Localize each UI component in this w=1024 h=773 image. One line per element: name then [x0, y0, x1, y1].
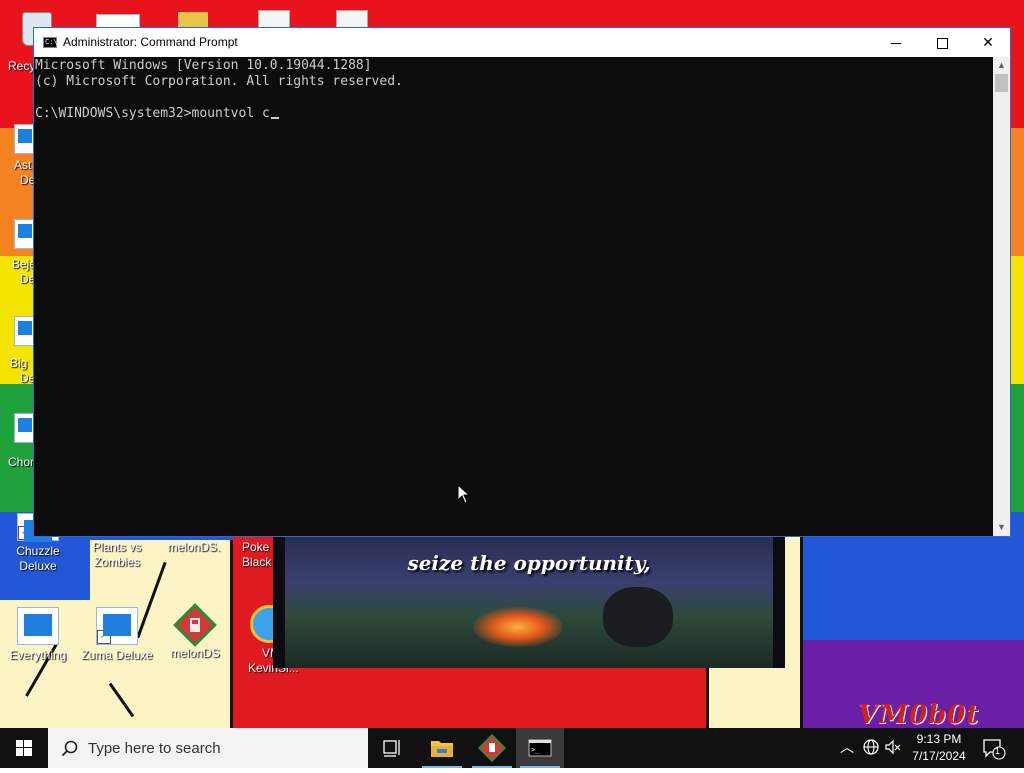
- window-titlebar[interactable]: C:\ Administrator: Command Prompt ✕: [34, 28, 1010, 57]
- shortcut-arrow-icon: ↗: [18, 526, 32, 540]
- desktop-icon-label: Plants vs Zombies: [92, 540, 142, 569]
- melonds-taskbar-button[interactable]: [468, 728, 516, 768]
- desktop-icon-label: Big: [10, 356, 28, 370]
- clock-time: 9:13 PM: [916, 732, 962, 746]
- close-button[interactable]: ✕: [965, 28, 1011, 57]
- desktop-icon-label: Everything: [9, 648, 67, 662]
- skull-graphic: [603, 587, 673, 647]
- window-title: Administrator: Command Prompt: [63, 35, 238, 49]
- clock-date: 7/17/2024: [912, 749, 966, 763]
- desktop-icon-plants-vs-zombies[interactable]: Plants vs Zombies: [79, 540, 155, 570]
- desktop-icon-label: Chor: [8, 455, 35, 469]
- console-output[interactable]: Microsoft Windows [Version 10.0.19044.12…: [34, 57, 993, 536]
- scroll-up-arrow-icon[interactable]: ▲: [993, 57, 1010, 74]
- video-overlay: seize the opportunity,: [273, 537, 785, 668]
- command-prompt-taskbar-button[interactable]: >_: [516, 728, 564, 768]
- network-globe-icon[interactable]: [862, 738, 880, 756]
- windows-logo-icon: [16, 740, 32, 756]
- shortcut-arrow-icon: ↗: [97, 630, 111, 644]
- minimize-icon: [891, 42, 901, 44]
- desktop-icon-everything[interactable]: Everything: [0, 607, 76, 663]
- app-window-icon: ↗: [96, 607, 138, 645]
- melonds-icon: [173, 603, 217, 647]
- app-window-icon: [17, 607, 59, 645]
- desktop-icon-label: Recy: [8, 59, 36, 73]
- clock[interactable]: 9:13 PM 7/17/2024: [900, 731, 978, 765]
- search-icon: [61, 740, 78, 757]
- mouse-pointer-icon: [457, 484, 471, 504]
- taskbar-search-box[interactable]: Type here to search: [48, 728, 368, 768]
- desktop-icon-top-2[interactable]: [178, 12, 208, 28]
- console-prompt-line[interactable]: C:\WINDOWS\system32>mountvol c: [35, 106, 270, 121]
- maximize-button[interactable]: [919, 28, 965, 57]
- cmd-icon: >_: [528, 739, 552, 757]
- notification-count: 1: [995, 746, 1001, 756]
- task-view-button[interactable]: [368, 728, 416, 768]
- scrollbar-thumb[interactable]: [995, 74, 1008, 92]
- folder-icon: [431, 741, 453, 757]
- console-line: (c) Microsoft Corporation. All rights re…: [35, 74, 403, 89]
- desktop-icon-label: melonDS.: [167, 540, 221, 554]
- video-caption: seize the opportunity,: [407, 551, 651, 575]
- desktop-icon-label: melonDS: [170, 646, 220, 660]
- task-view-icon: [383, 740, 400, 757]
- action-center-button[interactable]: 1: [980, 736, 1006, 760]
- text-cursor: [270, 117, 279, 119]
- desktop-icon-zuma-deluxe[interactable]: ↗ Zuma Deluxe: [79, 607, 155, 663]
- scroll-down-arrow-icon[interactable]: ▼: [993, 519, 1010, 536]
- maximize-icon: [936, 37, 948, 49]
- minimize-button[interactable]: [873, 28, 919, 57]
- svg-text:>_: >_: [531, 746, 540, 754]
- watermark-text: VM0b0t: [858, 700, 980, 728]
- taskbar: Type here to search >_ ︿ 9:13 PM 7/17/20…: [0, 728, 1024, 768]
- command-prompt-window[interactable]: C:\ Administrator: Command Prompt ✕ Micr…: [33, 27, 1011, 537]
- desktop-icon-label: Chuzzle Deluxe: [16, 544, 60, 573]
- file-explorer-taskbar-button[interactable]: [418, 728, 466, 768]
- close-icon: ✕: [982, 34, 994, 50]
- show-hidden-icons-chevron-icon[interactable]: ︿: [838, 738, 856, 756]
- desktop-icon-melonds-partial[interactable]: melonDS.: [156, 540, 232, 555]
- desktop-icon-label: Ast: [14, 158, 32, 172]
- fire-graphic: [473, 607, 563, 647]
- desktop-icon-label: Zuma Deluxe: [81, 648, 153, 662]
- console-line: Microsoft Windows [Version 10.0.19044.12…: [35, 58, 372, 73]
- melonds-icon: [477, 733, 507, 763]
- notification-icon: [983, 739, 1006, 760]
- cmd-icon: C:\: [43, 37, 58, 48]
- vertical-scrollbar[interactable]: ▲ ▼: [993, 57, 1010, 536]
- search-placeholder: Type here to search: [88, 740, 221, 757]
- desktop-icon-melonds[interactable]: melonDS: [157, 603, 233, 661]
- start-button[interactable]: [0, 728, 48, 768]
